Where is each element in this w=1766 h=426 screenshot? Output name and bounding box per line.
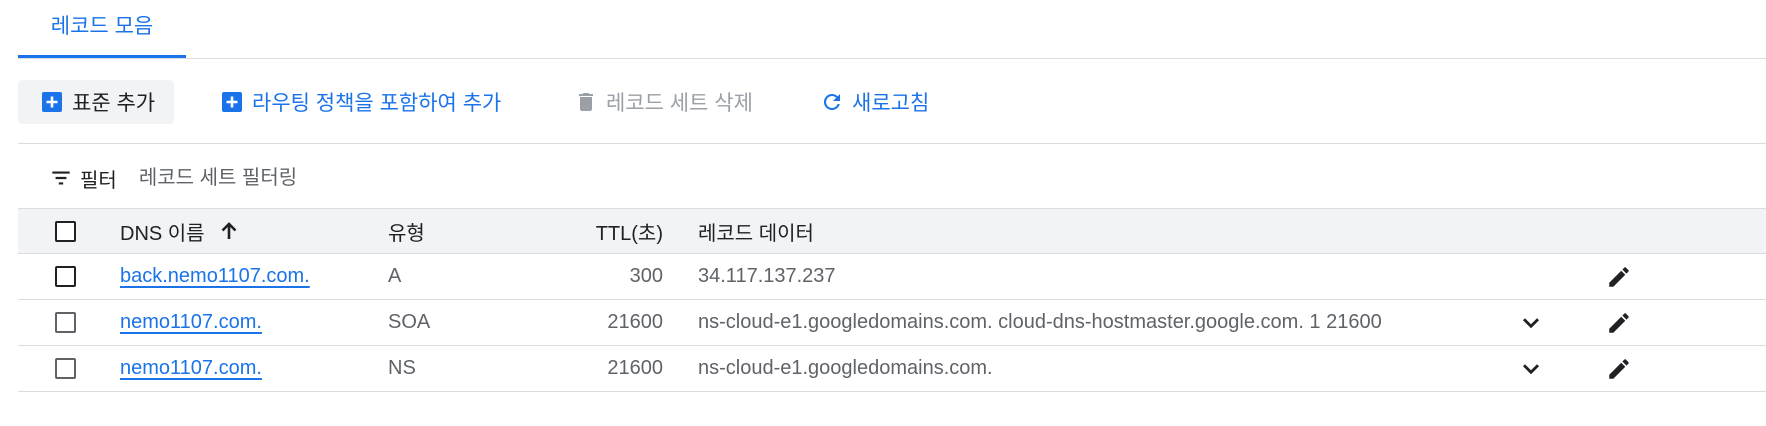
dns-name-link[interactable]: nemo1107.com. [120, 311, 262, 334]
record-sets-table: DNS 이름 유형 TTL(초) 레코드 데이터 back.nemo1107.c… [18, 208, 1766, 392]
dns-name-link[interactable]: nemo1107.com. [120, 357, 262, 380]
dns-name-link[interactable]: back.nemo1107.com. [120, 265, 310, 288]
toolbar-divider [18, 143, 1766, 144]
pencil-icon[interactable] [1606, 356, 1632, 382]
ttl-cell: 21600 [607, 311, 663, 333]
column-header-type: 유형 [388, 222, 425, 245]
refresh-label: 새로고침 [852, 92, 930, 115]
refresh-button[interactable]: 새로고침 [820, 80, 929, 124]
type-cell: SOA [388, 311, 431, 333]
dns-name-cell: nemo1107.com. [120, 346, 262, 391]
delete-record-set-label: 레코드 세트 삭제 [606, 92, 753, 115]
record-data-cell: ns-cloud-e1.googledomains.com. [698, 357, 993, 379]
row-checkbox[interactable] [54, 358, 76, 379]
filter-label: 필터 [80, 169, 117, 192]
chevron-down-icon[interactable] [1518, 356, 1544, 382]
dns-name-cell: back.nemo1107.com. [120, 254, 310, 299]
expand-cell [1516, 300, 1546, 345]
table-row: back.nemo1107.com. A 300 34.117.137.237 [18, 254, 1766, 300]
row-checkbox-cell [50, 254, 80, 299]
expand-cell [1516, 346, 1546, 391]
row-checkbox[interactable] [54, 266, 76, 287]
table-row: nemo1107.com. NS 21600 ns-cloud-e1.googl… [18, 346, 1766, 392]
ttl-cell: 300 [629, 265, 663, 287]
filter-input[interactable] [138, 166, 539, 190]
add-with-routing-policy-label: 라우팅 정책을 포함하여 추가 [252, 92, 502, 115]
pencil-icon[interactable] [1606, 310, 1632, 336]
row-checkbox[interactable] [54, 312, 76, 333]
edit-cell [1604, 346, 1634, 391]
add-standard-label: 표준 추가 [72, 92, 156, 115]
column-header-ttl: TTL(초) [595, 222, 663, 245]
chevron-down-icon[interactable] [1518, 310, 1544, 336]
filter-bar: 필터 [48, 158, 539, 198]
type-cell: NS [388, 357, 416, 379]
column-header-record-data: 레코드 데이터 [698, 222, 814, 245]
delete-record-set-button[interactable]: 레코드 세트 삭제 [574, 80, 753, 124]
table-header: DNS 이름 유형 TTL(초) 레코드 데이터 [18, 208, 1766, 254]
select-all-checkbox[interactable] [54, 220, 76, 242]
table-row: nemo1107.com. SOA 21600 ns-cloud-e1.goog… [18, 300, 1766, 346]
dns-name-cell: nemo1107.com. [120, 300, 262, 345]
add-standard-button[interactable]: 표준 추가 [18, 80, 174, 124]
column-header-dns-name[interactable]: DNS 이름 [120, 209, 241, 253]
pencil-icon[interactable] [1606, 264, 1632, 290]
record-data-cell: ns-cloud-e1.googledomains.com. cloud-dns… [698, 311, 1382, 333]
arrow-up-icon[interactable] [217, 219, 241, 243]
column-header-dns-name-label: DNS 이름 [120, 222, 205, 245]
row-checkbox-cell [50, 300, 80, 345]
tab-record-sets[interactable]: 레코드 모음 [18, 0, 186, 58]
toolbar: 표준 추가 라우팅 정책을 포함하여 추가 레코드 세트 삭제 새로고침 [18, 80, 1766, 124]
add-box-icon [40, 90, 64, 114]
edit-cell [1604, 300, 1634, 345]
edit-cell [1604, 254, 1634, 299]
add-box-icon [220, 90, 244, 114]
type-cell: A [388, 265, 402, 287]
record-data-cell: 34.117.137.237 [698, 265, 836, 287]
select-all-cell [50, 209, 80, 253]
refresh-icon [820, 90, 844, 114]
trash-icon [574, 90, 598, 114]
tab-bar: 레코드 모음 [18, 0, 1766, 59]
add-with-routing-policy-button[interactable]: 라우팅 정책을 포함하여 추가 [220, 80, 501, 124]
cloud-dns-zone-page: 레코드 모음 표준 추가 라우팅 정책을 포함하여 추가 레코드 세트 삭제 새… [0, 0, 1766, 426]
filter-icon[interactable] [48, 165, 74, 191]
row-checkbox-cell [50, 346, 80, 391]
ttl-cell: 21600 [607, 357, 663, 379]
